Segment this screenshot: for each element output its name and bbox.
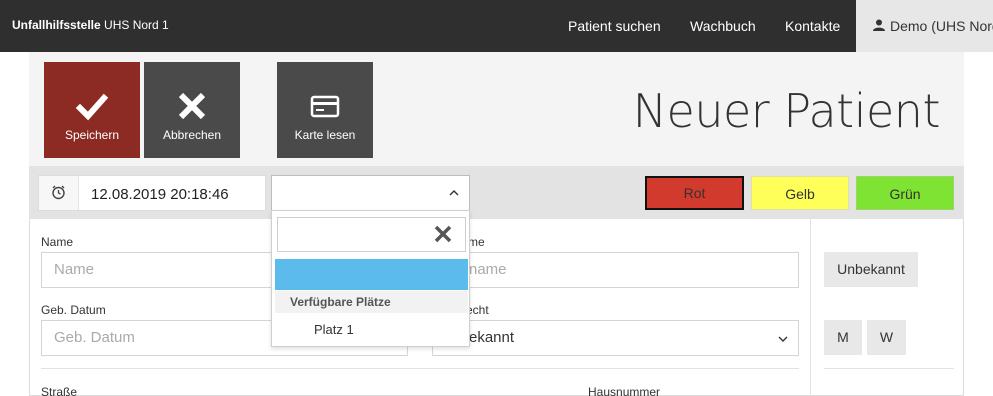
dropdown-option-platz-1[interactable]: Platz 1 [314, 322, 354, 337]
gender-select[interactable]: ekannt [432, 320, 799, 356]
nav-patient-search[interactable]: Patient suchen [568, 18, 661, 34]
brand[interactable]: Unfallhilfsstelle UHS Nord 1 [12, 18, 169, 32]
brand-bold: Unfallhilfsstelle [12, 18, 101, 32]
save-label: Speichern [64, 128, 120, 142]
birthdate-label: Geb. Datum [41, 303, 106, 317]
male-button[interactable]: M [824, 320, 862, 355]
dropdown-group-label: Verfügbare Plätze [275, 291, 468, 313]
place-select[interactable] [271, 175, 470, 211]
arrival-datetime-field[interactable]: 12.08.2019 20:18:46 [38, 175, 266, 211]
save-button[interactable]: Speichern [44, 62, 140, 158]
read-card-button[interactable]: Karte lesen [277, 62, 373, 158]
name-label: Name [41, 235, 74, 249]
unknown-gender-button[interactable]: Unbekannt [824, 252, 918, 287]
top-navbar: Unfallhilfsstelle UHS Nord 1 Patient suc… [0, 0, 993, 52]
alarm-clock-icon [39, 176, 79, 210]
nav-contacts[interactable]: Kontakte [785, 18, 840, 34]
nav-user-menu[interactable]: Demo (UHS Nord [856, 0, 993, 52]
clear-icon[interactable] [433, 224, 453, 244]
page-title: Neuer Patient [632, 84, 941, 138]
firstname-label: me [468, 235, 485, 249]
side-divider [810, 219, 811, 396]
credit-card-icon [310, 95, 340, 118]
chevron-up-icon [449, 190, 459, 196]
chevron-down-icon [778, 336, 788, 342]
user-name: Demo (UHS Nord [890, 18, 993, 34]
street-label: Straße [41, 385, 78, 396]
cancel-button[interactable]: Abbrechen [144, 62, 240, 158]
arrival-datetime-value: 12.08.2019 20:18:46 [91, 186, 229, 203]
housenumber-label: Hausnummer [588, 385, 661, 396]
triage-red-button[interactable]: Rot [645, 176, 744, 210]
check-icon [75, 93, 109, 121]
divider [41, 368, 799, 369]
triage-green-button[interactable]: Grün [856, 176, 954, 210]
firstname-field[interactable]: name [432, 252, 799, 288]
dropdown-highlighted-option[interactable] [275, 259, 468, 290]
brand-rest: UHS Nord 1 [100, 18, 169, 32]
read-card-label: Karte lesen [294, 128, 356, 142]
cancel-label: Abbrechen [162, 128, 222, 142]
female-button[interactable]: W [867, 320, 906, 355]
gender-value: ekannt [469, 329, 515, 346]
side-divider-line [824, 368, 954, 369]
user-icon [873, 19, 885, 31]
nav-wachbuch[interactable]: Wachbuch [690, 18, 756, 34]
triage-yellow-button[interactable]: Gelb [751, 176, 849, 210]
close-icon [178, 92, 206, 120]
